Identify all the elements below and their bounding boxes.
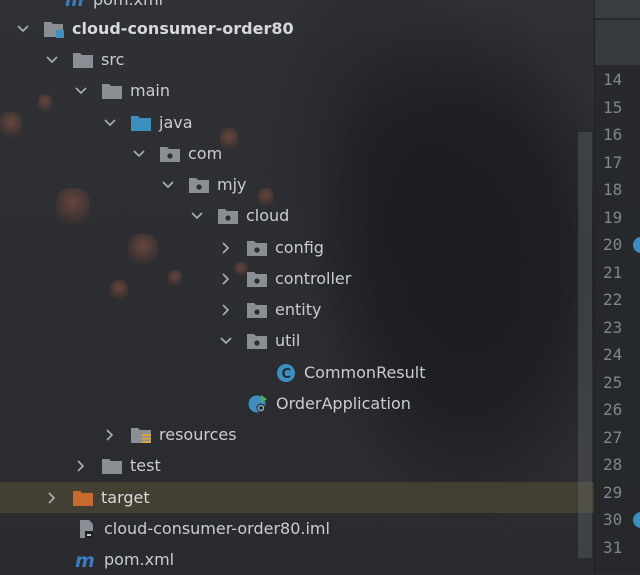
chevron-down-icon[interactable] [43,51,61,69]
tree-item-cloud-consumer-order80[interactable]: cloud-consumer-order80 [0,13,594,44]
tree-item-util[interactable]: util [0,325,594,356]
tree-item-test[interactable]: test [0,450,594,481]
tree-item-label: cloud-consumer-order80 [72,19,294,38]
module-folder-icon [43,19,65,39]
folder-icon [101,81,123,101]
package-icon [246,269,268,289]
tree-item-label: config [275,238,324,257]
tree-item-label: OrderApplication [276,394,411,413]
tree-item-label: util [275,331,301,350]
package-icon [188,175,210,195]
chevron-right-icon[interactable] [72,457,90,475]
package-icon [159,144,181,164]
chevron-down-icon[interactable] [101,114,119,132]
tree-item-com[interactable]: com [0,138,594,169]
tree-item-commonresult[interactable]: C CommonResult [0,357,594,388]
svg-text:C: C [282,367,292,382]
tree-item-label: target [101,488,150,507]
tree-item-label: com [188,144,223,163]
line-number: 27 [603,428,623,447]
tree-item-config[interactable]: config [0,232,594,263]
package-icon [246,331,268,351]
tree-item-label: test [130,456,161,475]
editor-tab-strip [595,0,640,18]
tree-item-label: mjy [217,175,247,194]
chevron-down-icon[interactable] [72,82,90,100]
tree-item-label: resources [159,425,237,444]
maven-icon: m [64,0,86,10]
tree-item-main[interactable]: main [0,75,594,106]
resources-folder-icon [130,425,152,445]
chevron-down-icon[interactable] [159,176,177,194]
editor-breadcrumb-area [595,20,640,65]
line-number: 24 [603,345,623,364]
line-number: 22 [603,290,623,309]
line-number: 29 [603,483,623,502]
spring-boot-app-icon [247,394,269,414]
line-number: 19 [603,208,623,227]
line-number: 21 [603,263,623,282]
tree-item-label: cloud [246,206,290,225]
chevron-down-icon[interactable] [188,207,206,225]
maven-icon: m [75,550,97,570]
tree-item-label: cloud-consumer-order80.iml [104,519,330,538]
tree-item-iml[interactable]: cloud-consumer-order80.iml [0,513,594,544]
chevron-right-icon[interactable] [43,489,61,507]
excluded-folder-icon [72,488,94,508]
tree-item-entity[interactable]: entity [0,294,594,325]
tree-item-label: main [130,81,170,100]
tree-item-label: controller [275,269,352,288]
tree-item-label: pom.xml [104,550,175,569]
chevron-right-icon[interactable] [217,239,235,257]
tree-item-target[interactable]: target [0,482,594,513]
chevron-right-icon[interactable] [101,426,119,444]
package-icon [246,300,268,320]
tree-item-label: CommonResult [304,363,426,382]
editor-gutter: 14 15 16 17 18 19 20 21 22 23 24 25 26 2… [594,0,640,573]
tree-item-controller[interactable]: controller [0,263,594,294]
tree-item-label: entity [275,300,322,319]
tree-item-label: src [101,50,125,69]
vertical-scrollbar[interactable] [578,132,592,558]
package-icon [246,238,268,258]
chevron-down-icon[interactable] [130,145,148,163]
project-tree: m pom.xml cloud-consumer-order80 src [0,0,594,573]
tree-item-orderapplication[interactable]: OrderApplication [0,388,594,419]
line-number: 28 [603,455,623,474]
folder-icon [101,456,123,476]
folder-icon [72,50,94,70]
chevron-right-icon[interactable] [217,301,235,319]
line-number: 16 [603,125,623,144]
tree-item-java[interactable]: java [0,107,594,138]
tree-item-resources[interactable]: resources [0,419,594,450]
tree-item-cloud[interactable]: cloud [0,200,594,231]
line-number: 14 [603,70,623,89]
java-class-icon: C [275,363,297,383]
chevron-down-icon[interactable] [14,20,32,38]
package-icon [217,206,239,226]
iml-file-icon [75,519,97,539]
chevron-down-icon[interactable] [217,332,235,350]
chevron-right-icon[interactable] [217,270,235,288]
svg-text:m: m [65,0,84,10]
line-number: 23 [603,318,623,337]
line-number: 17 [603,153,623,172]
line-number: 18 [603,180,623,199]
tree-item-label: java [159,113,193,132]
tree-item-mjy[interactable]: mjy [0,169,594,200]
line-number: 31 [603,538,623,557]
tree-item-label: pom.xml [93,0,163,9]
line-number: 26 [603,400,623,419]
line-number: 25 [603,373,623,392]
tree-item-src[interactable]: src [0,44,594,75]
tree-item-pom[interactable]: m pom.xml [0,544,594,575]
svg-text:m: m [75,550,95,570]
source-root-folder-icon [130,113,152,133]
line-number: 15 [603,98,623,117]
